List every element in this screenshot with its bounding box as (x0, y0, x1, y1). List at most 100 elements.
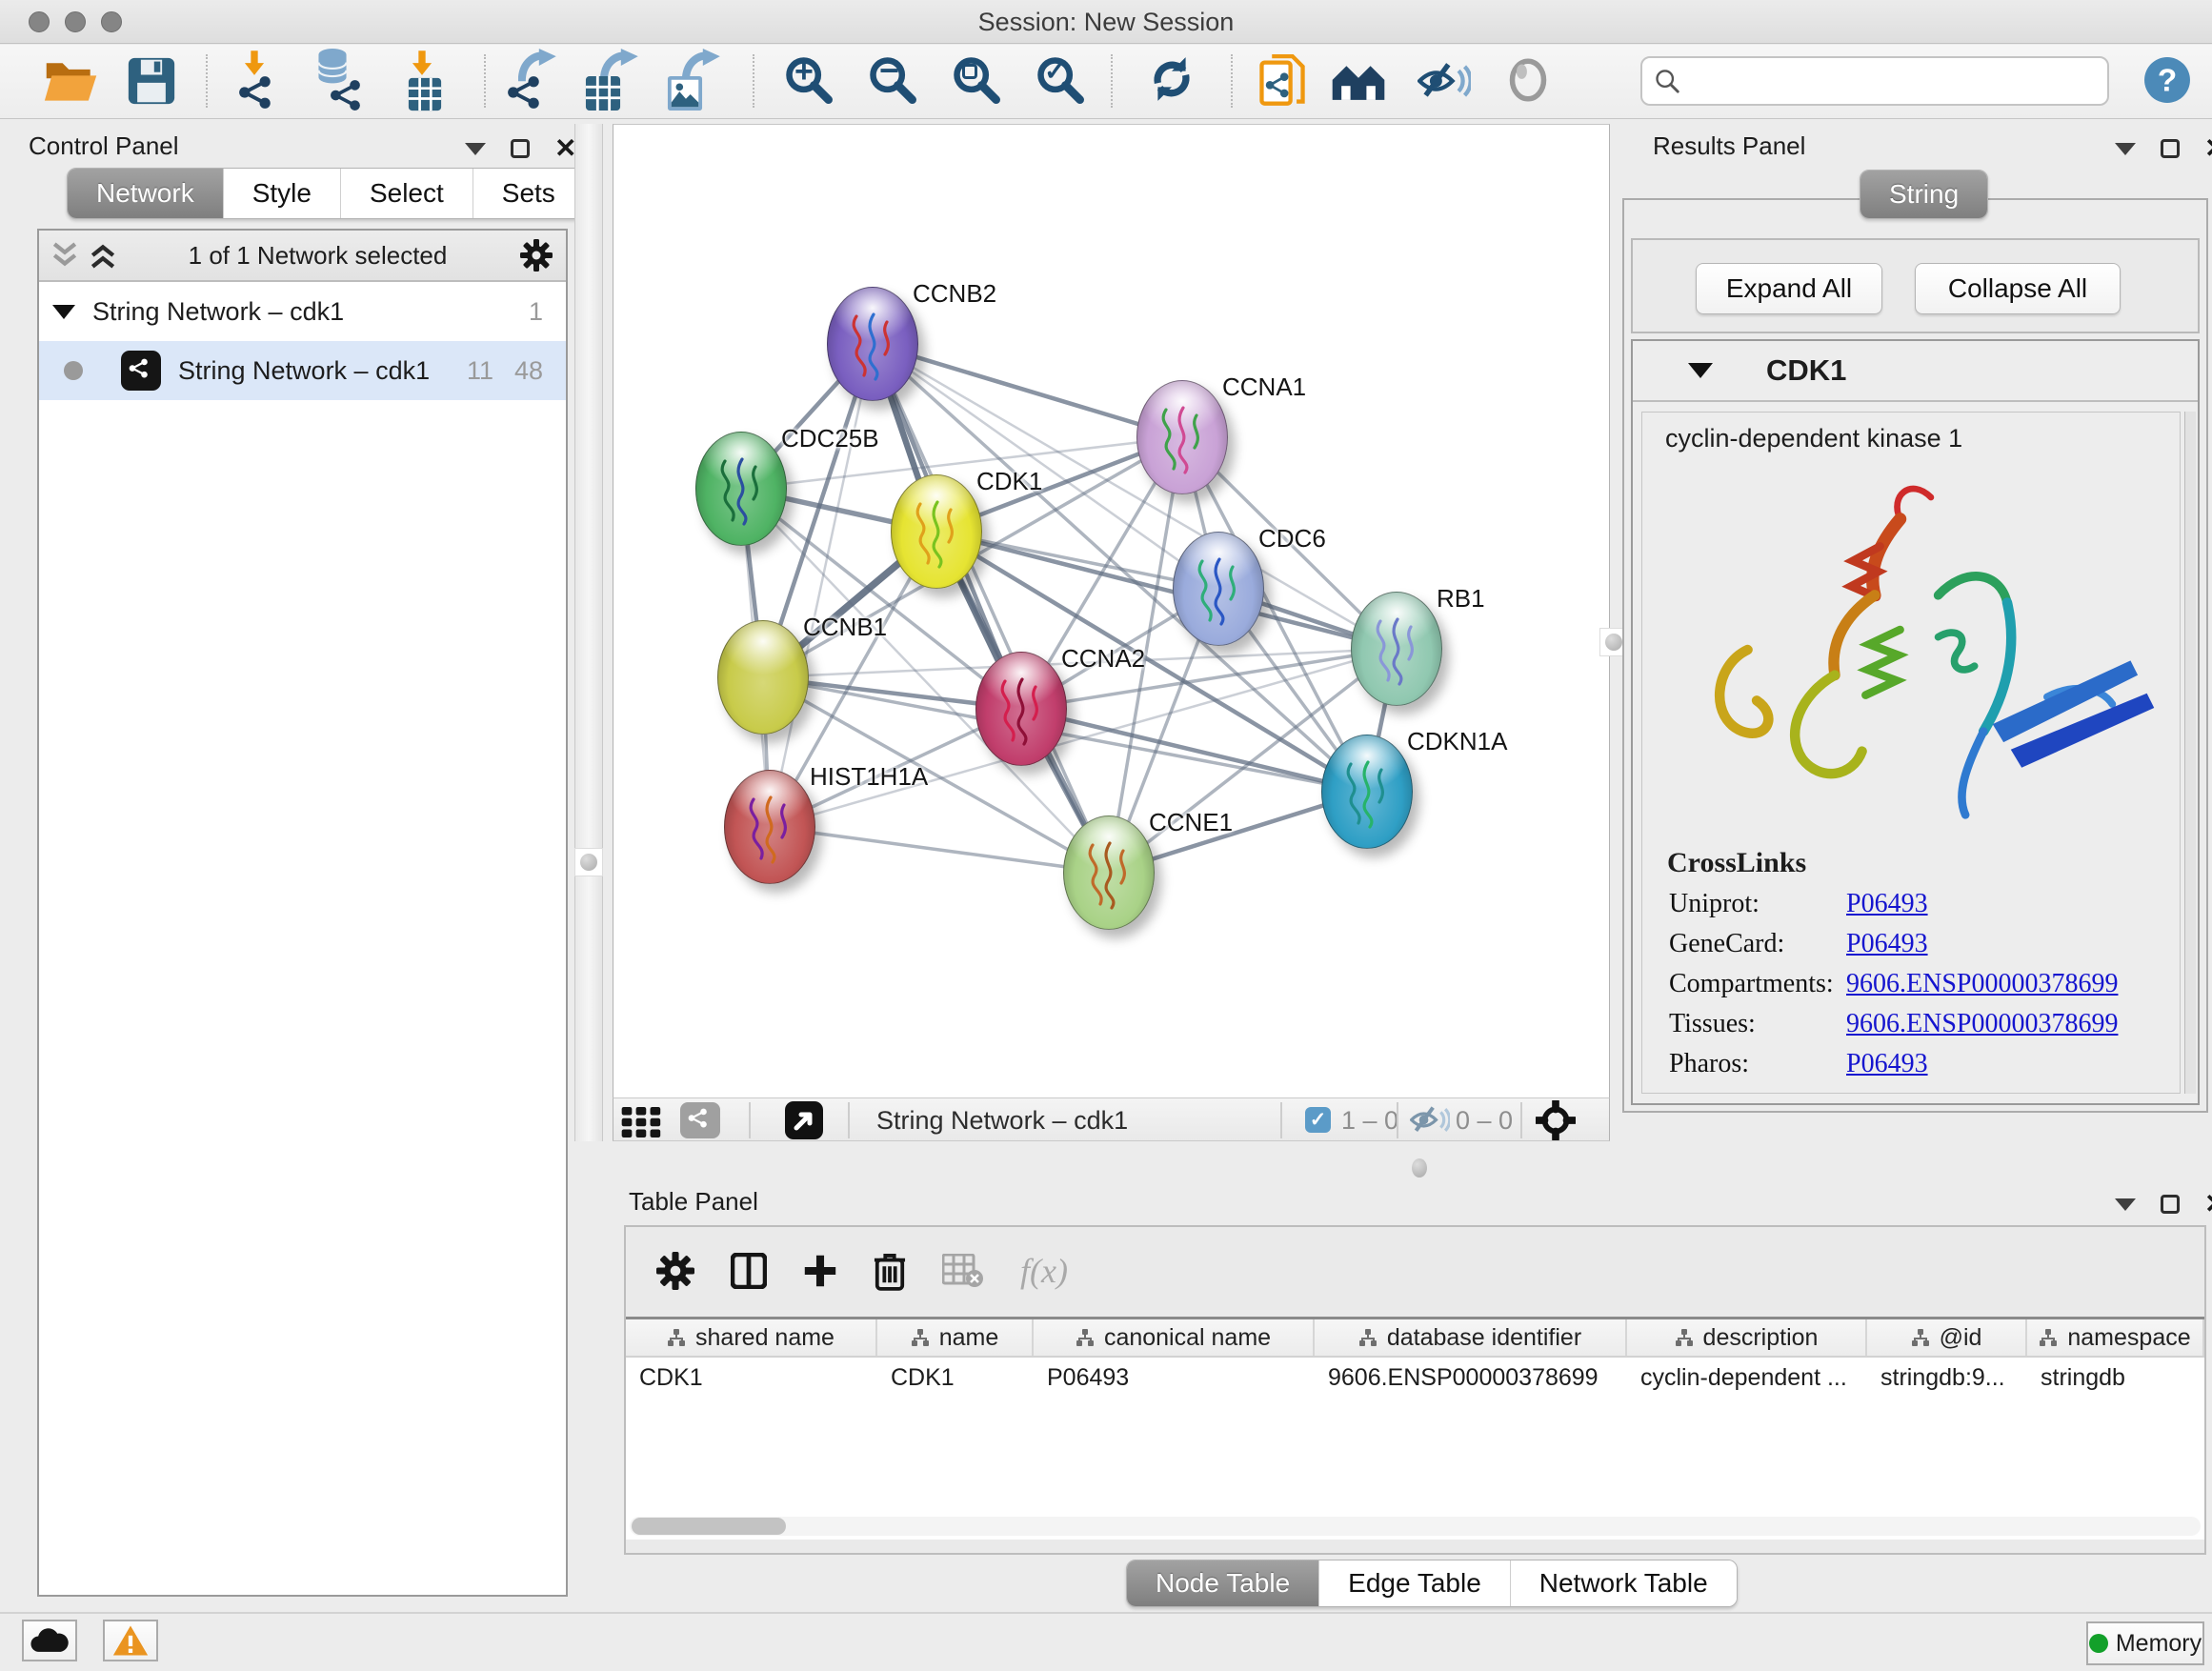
results-panel-tabs: String (1860, 170, 1988, 219)
divider-grab-handle[interactable] (574, 848, 603, 876)
network-node-cdkn1a[interactable] (1321, 735, 1413, 849)
tab-style[interactable]: Style (223, 169, 340, 218)
network-node-ccne1[interactable] (1063, 815, 1155, 930)
zoom-selected-icon[interactable]: ✓ (1035, 54, 1088, 108)
houses-icon[interactable] (1330, 62, 1387, 102)
network-node-ccnb2[interactable] (827, 287, 918, 401)
hide-details-eye-slash-icon[interactable] (1418, 60, 1471, 102)
crosslink-link[interactable]: 9606.ENSP00000378699 (1846, 1009, 2118, 1039)
network-node-ccnb1[interactable] (717, 620, 809, 735)
search-field[interactable] (1640, 56, 2109, 106)
network-list-panel: 1 of 1 Network selected String Network –… (37, 229, 568, 1597)
table-row[interactable]: CDK1CDK1P064939606.ENSP00000378699cyclin… (626, 1358, 2204, 1398)
open-session-icon[interactable] (43, 54, 100, 108)
import-network-database-icon[interactable] (314, 54, 372, 108)
tab-sets[interactable]: Sets (473, 169, 584, 218)
import-network-file-icon[interactable] (236, 54, 290, 108)
scrollbar-thumb[interactable] (632, 1518, 786, 1535)
crosslink-link[interactable]: 9606.ENSP00000378699 (1846, 969, 2118, 999)
string-style-icon[interactable] (680, 1102, 720, 1138)
search-input[interactable] (1680, 66, 2096, 97)
help-icon[interactable] (2143, 56, 2191, 110)
tree-expand-icon[interactable] (52, 305, 75, 319)
panel-close-icon[interactable]: ✕ (554, 135, 576, 162)
birds-eye-view-icon[interactable] (785, 1101, 823, 1139)
panel-menu-icon[interactable] (2115, 1198, 2136, 1211)
entry-collapse-icon[interactable] (1688, 363, 1713, 378)
table-cell: stringdb (2027, 1364, 2204, 1392)
left-panel-divider[interactable] (574, 124, 603, 1141)
network-node-ccna2[interactable] (975, 652, 1067, 766)
table-panel-body: f(x) shared namenamecanonical namedataba… (624, 1225, 2206, 1555)
network-node-cdc6[interactable] (1173, 532, 1264, 646)
save-session-icon[interactable] (127, 54, 176, 108)
horizontal-scrollbar[interactable] (630, 1517, 2201, 1536)
collection-label: String Network – cdk1 (92, 297, 344, 327)
column-header-name[interactable]: name (877, 1319, 1034, 1356)
results-entry-header[interactable]: CDK1 (1633, 341, 2198, 402)
bottom-divider-handle[interactable] (1412, 1158, 1427, 1178)
zoom-fit-icon[interactable] (951, 54, 1004, 108)
panel-float-icon[interactable] (2161, 139, 2180, 158)
collapse-all-button[interactable]: Collapse All (1915, 263, 2121, 314)
network-row[interactable]: String Network – cdk1 11 48 (39, 341, 566, 400)
tab-edge-table[interactable]: Edge Table (1318, 1560, 1510, 1606)
expand-all-icon[interactable] (90, 242, 115, 269)
network-node-rb1[interactable] (1351, 592, 1442, 706)
tab-network[interactable]: Network (68, 169, 223, 218)
panel-menu-icon[interactable] (2115, 143, 2136, 155)
gear-icon[interactable] (656, 1252, 694, 1290)
crosslink-link[interactable]: P06493 (1846, 1049, 1928, 1079)
panel-close-icon[interactable]: ✕ (2204, 135, 2212, 162)
column-header-namespace[interactable]: namespace (2027, 1319, 2204, 1356)
warnings-button[interactable] (103, 1620, 158, 1661)
zoom-out-icon[interactable]: − (867, 54, 920, 108)
tab-string[interactable]: String (1860, 171, 1987, 218)
refresh-icon[interactable] (1148, 54, 1196, 108)
memory-button[interactable]: Memory (2086, 1621, 2204, 1665)
panel-menu-icon[interactable] (465, 143, 486, 155)
network-node-ccna1[interactable] (1136, 380, 1228, 494)
show-columns-icon[interactable] (731, 1253, 767, 1289)
crosslink-link[interactable]: P06493 (1846, 929, 1928, 959)
selected-checkbox-icon[interactable]: ✓ (1305, 1107, 1331, 1133)
document-share-icon[interactable] (1259, 54, 1305, 108)
export-table-icon[interactable] (585, 54, 644, 108)
fit-content-crosshair-icon[interactable] (1536, 1100, 1576, 1140)
network-collection-row[interactable]: String Network – cdk1 1 (39, 282, 566, 341)
expand-all-button[interactable]: Expand All (1696, 263, 1882, 314)
column-header-description[interactable]: description (1627, 1319, 1867, 1356)
column-header-shared-name[interactable]: shared name (626, 1319, 877, 1356)
gear-icon[interactable] (520, 239, 553, 272)
add-column-icon[interactable] (803, 1254, 837, 1288)
export-image-icon[interactable] (667, 54, 726, 108)
panel-float-icon[interactable] (511, 139, 530, 158)
panel-close-icon[interactable]: ✕ (2204, 1191, 2212, 1218)
network-canvas[interactable]: CCNB2CCNA1CDC25BCDK1CDC6RB1CCNB1CCNA2CDK… (613, 124, 1610, 1097)
results-scrollbar[interactable] (2184, 412, 2196, 1094)
zoom-in-icon[interactable]: + (783, 54, 836, 108)
node-label-cdc25b: CDC25B (781, 424, 879, 453)
delete-column-icon[interactable] (874, 1251, 906, 1291)
entry-name: CDK1 (1766, 353, 1846, 388)
panel-float-icon[interactable] (2161, 1195, 2180, 1214)
export-network-icon[interactable] (507, 54, 562, 108)
tab-node-table[interactable]: Node Table (1127, 1560, 1318, 1606)
network-node-hist1h1a[interactable] (724, 770, 815, 884)
tab-select[interactable]: Select (340, 169, 473, 218)
network-node-cdc25b[interactable] (695, 432, 787, 546)
collapse-all-icon[interactable] (52, 242, 77, 269)
import-table-file-icon[interactable] (404, 54, 453, 108)
column-header-database-identifier[interactable]: database identifier (1315, 1319, 1627, 1356)
protein-thumbnail (1137, 381, 1229, 495)
grid-view-icon[interactable] (621, 1107, 663, 1137)
protein-structure-image (1654, 459, 2168, 840)
show-details-eye-icon[interactable] (1507, 58, 1549, 102)
column-header-canonical-name[interactable]: canonical name (1034, 1319, 1315, 1356)
network-node-cdk1[interactable] (891, 474, 982, 589)
cloud-button[interactable] (22, 1620, 77, 1661)
tab-network-table[interactable]: Network Table (1510, 1560, 1737, 1606)
column-header--id[interactable]: @id (1867, 1319, 2027, 1356)
crosslink-link[interactable]: P06493 (1846, 889, 1928, 919)
crosslink-row: GeneCard:P06493 (1669, 929, 2180, 959)
